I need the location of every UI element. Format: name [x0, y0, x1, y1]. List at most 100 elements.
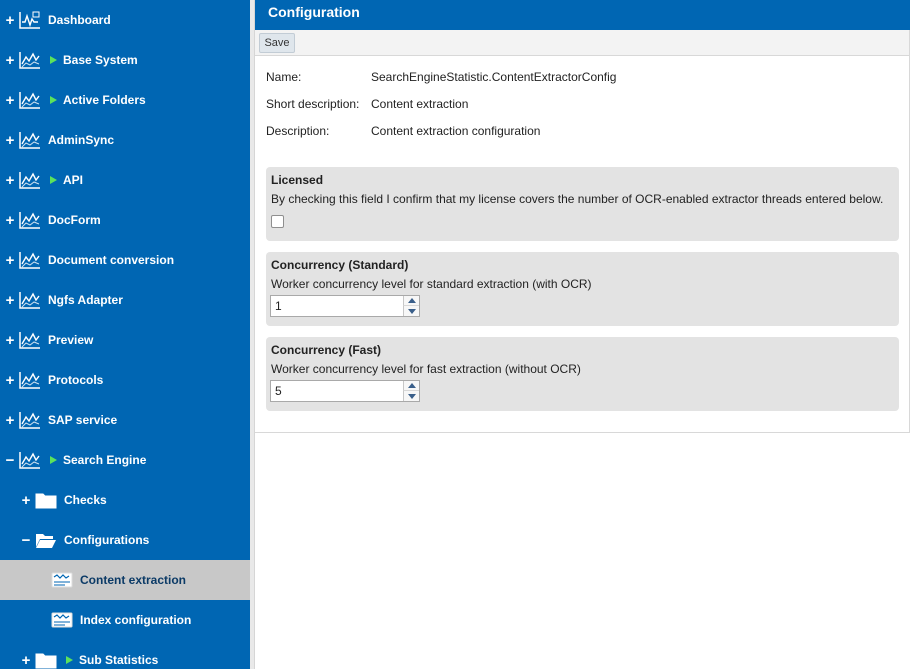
- sidebar-item-ngfs-adapter[interactable]: + Ngfs Adapter: [0, 280, 250, 320]
- sidebar-item-label: Ngfs Adapter: [48, 293, 123, 307]
- licensed-title: Licensed: [271, 173, 324, 187]
- sidebar-item-checks[interactable]: + Checks: [0, 480, 250, 520]
- app-window: + Dashboard + Base System + Active Folders + Ad…: [0, 0, 910, 669]
- sidebar-item-docform[interactable]: + DocForm: [0, 200, 250, 240]
- sidebar-item-label: SAP service: [48, 413, 118, 427]
- sidebar-item-label: AdminSync: [48, 133, 115, 147]
- expand-icon[interactable]: +: [4, 93, 16, 108]
- expand-icon[interactable]: +: [4, 333, 16, 348]
- page-title: Configuration: [268, 4, 360, 20]
- sidebar-item-api[interactable]: + API: [0, 160, 250, 200]
- page-title-bar: Configuration: [255, 0, 910, 30]
- play-arrow-icon: [50, 96, 57, 104]
- licensed-description: By checking this field I confirm that my…: [271, 192, 884, 206]
- sidebar-item-label: Index configuration: [80, 613, 192, 627]
- play-arrow-icon: [50, 56, 57, 64]
- sidebar-item-preview[interactable]: + Preview: [0, 320, 250, 360]
- short-description-label: Short description:: [266, 97, 360, 111]
- expand-icon[interactable]: +: [4, 13, 16, 28]
- chart-icon: [18, 169, 42, 191]
- sidebar-item-label: Preview: [48, 333, 94, 347]
- expand-icon[interactable]: +: [4, 173, 16, 188]
- chart-icon: [18, 249, 42, 271]
- concurrency-standard-stepper: [270, 295, 420, 317]
- sidebar-item-label: Checks: [64, 493, 107, 507]
- chart-icon: [18, 329, 42, 351]
- sidebar-item-label: Search Engine: [63, 453, 147, 467]
- play-arrow-icon: [50, 176, 57, 184]
- navigation-tree: + Dashboard + Base System + Active Folders + Ad…: [0, 0, 250, 669]
- save-button[interactable]: Save: [259, 33, 295, 53]
- sidebar-item-label: Configurations: [64, 533, 150, 547]
- sidebar-item-document-conversion[interactable]: + Document conversion: [0, 240, 250, 280]
- sidebar-item-index-configuration[interactable]: Index configuration: [0, 600, 250, 640]
- sidebar-item-label: Document conversion: [48, 253, 175, 267]
- chart-icon: [18, 129, 42, 151]
- expand-icon[interactable]: +: [4, 413, 16, 428]
- licensed-checkbox[interactable]: [271, 215, 284, 228]
- name-value: SearchEngineStatistic.ContentExtractorCo…: [371, 70, 617, 84]
- main-panel: Configuration Save Name: SearchEngineSta…: [255, 0, 910, 669]
- chart-icon: [18, 49, 42, 71]
- expand-icon[interactable]: +: [4, 213, 16, 228]
- play-arrow-icon: [50, 456, 57, 464]
- description-row: Description: Content extraction configur…: [266, 124, 866, 140]
- concurrency-fast-decrement-button[interactable]: [403, 391, 419, 401]
- chart-icon: [18, 289, 42, 311]
- concurrency-fast-title: Concurrency (Fast): [271, 343, 382, 357]
- expand-icon[interactable]: +: [20, 493, 32, 508]
- chart-icon: [18, 89, 42, 111]
- config-form: Name: SearchEngineStatistic.ContentExtra…: [255, 56, 910, 433]
- name-label: Name:: [266, 70, 302, 84]
- concurrency-fast-stepper: [270, 380, 420, 402]
- concurrency-standard-section: Concurrency (Standard) Worker concurrenc…: [266, 252, 899, 326]
- dashboard-chart-icon: [18, 9, 42, 31]
- sidebar-item-configurations[interactable]: − Configurations: [0, 520, 250, 560]
- sidebar-item-sub-statistics[interactable]: + Sub Statistics: [0, 640, 250, 669]
- concurrency-fast-description: Worker concurrency level for fast extrac…: [271, 362, 581, 376]
- sidebar-item-label: Content extraction: [80, 573, 187, 587]
- sidebar-item-base-system[interactable]: + Base System: [0, 40, 250, 80]
- sidebar-item-protocols[interactable]: + Protocols: [0, 360, 250, 400]
- chevron-up-icon: [407, 383, 416, 388]
- expand-icon[interactable]: +: [4, 53, 16, 68]
- chevron-down-icon: [407, 393, 416, 399]
- sidebar-item-dashboard[interactable]: + Dashboard: [0, 0, 250, 40]
- sidebar-item-sap-service[interactable]: + SAP service: [0, 400, 250, 440]
- concurrency-fast-increment-button[interactable]: [403, 381, 419, 391]
- sidebar-item-label: Base System: [63, 53, 138, 67]
- description-label: Description:: [266, 124, 330, 138]
- expand-icon[interactable]: +: [20, 653, 32, 668]
- sidebar-item-label: API: [63, 173, 84, 187]
- config-icon: [50, 609, 74, 631]
- sidebar-item-label: Dashboard: [48, 13, 111, 27]
- chart-icon: [18, 209, 42, 231]
- sidebar-item-content-extraction[interactable]: Content extraction: [0, 560, 250, 600]
- folder-icon: [34, 489, 58, 511]
- concurrency-standard-description: Worker concurrency level for standard ex…: [271, 277, 592, 291]
- sidebar-item-label: Active Folders: [63, 93, 146, 107]
- sidebar-item-adminsync[interactable]: + AdminSync: [0, 120, 250, 160]
- sidebar-item-label: Protocols: [48, 373, 104, 387]
- expand-icon[interactable]: +: [4, 373, 16, 388]
- expand-icon[interactable]: +: [4, 293, 16, 308]
- folder-icon: [34, 649, 58, 669]
- sidebar-item-search-engine[interactable]: − Search Engine: [0, 440, 250, 480]
- sidebar-item-label: DocForm: [48, 213, 101, 227]
- concurrency-fast-input[interactable]: [271, 381, 403, 401]
- chart-icon: [18, 369, 42, 391]
- concurrency-standard-input[interactable]: [271, 296, 403, 316]
- concurrency-standard-increment-button[interactable]: [403, 296, 419, 306]
- expand-icon[interactable]: +: [4, 133, 16, 148]
- short-description-value: Content extraction: [371, 97, 469, 111]
- sidebar-item-active-folders[interactable]: + Active Folders: [0, 80, 250, 120]
- expand-icon[interactable]: +: [4, 253, 16, 268]
- collapse-icon[interactable]: −: [20, 533, 32, 548]
- short-description-row: Short description: Content extraction: [266, 97, 866, 113]
- licensed-section: Licensed By checking this field I confir…: [266, 167, 899, 241]
- sidebar-item-label: Sub Statistics: [79, 653, 159, 667]
- collapse-icon[interactable]: −: [4, 453, 16, 468]
- concurrency-standard-decrement-button[interactable]: [403, 306, 419, 316]
- chevron-up-icon: [407, 298, 416, 303]
- folder-open-icon: [34, 529, 58, 551]
